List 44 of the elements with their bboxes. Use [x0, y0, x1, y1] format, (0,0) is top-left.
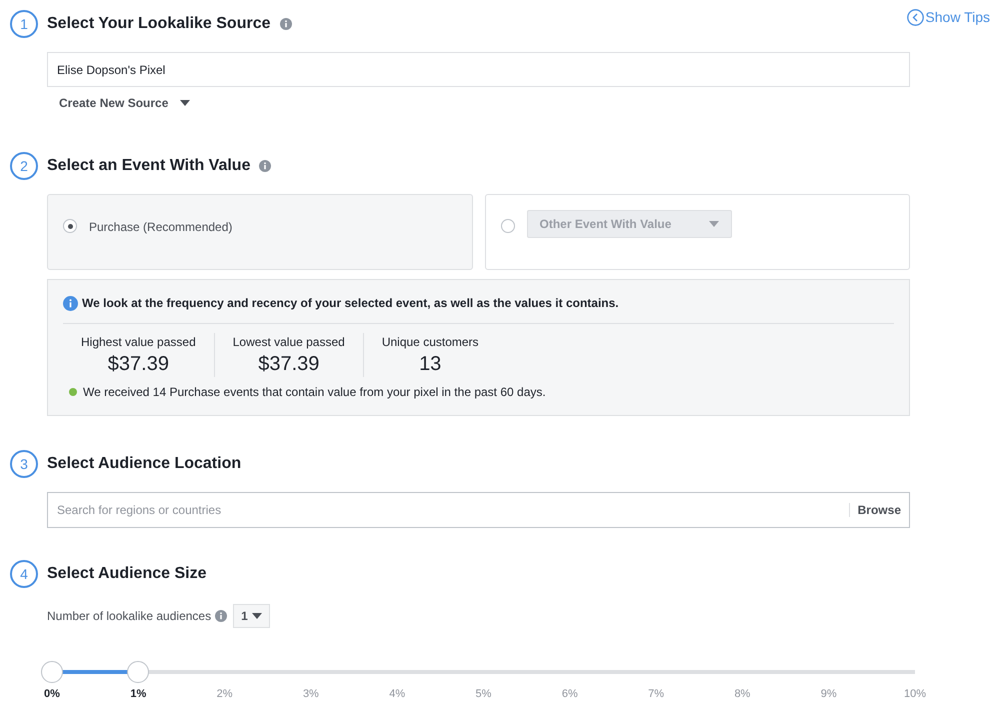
browse-button[interactable]: Browse: [850, 501, 909, 519]
step-number: 2: [10, 152, 38, 180]
option-label: Purchase (Recommended): [89, 219, 232, 236]
stat-value: $37.39: [108, 352, 169, 377]
section-title: Select Audience Location: [47, 454, 242, 474]
event-option-card[interactable]: Purchase (Recommended): [47, 194, 472, 270]
tick-label: 8%: [734, 687, 750, 702]
tick-label: 3%: [302, 687, 319, 702]
slider-thumb[interactable]: [127, 661, 150, 683]
status-text: We received 14 Purchase events that contain value from your pixel in the past 60 days.: [83, 384, 546, 401]
info-icon: [63, 296, 78, 310]
section-title: Select Audience Size: [47, 564, 206, 584]
tick-label: 2%: [216, 687, 233, 702]
source-field[interactable]: Elise Dopson's Pixel: [47, 52, 910, 87]
stat-label: Unique customers: [382, 334, 479, 351]
create-source-dropdown[interactable]: Create New Source: [59, 94, 190, 112]
section-title: Select Your Lookalike Source: [47, 14, 270, 34]
caret-icon: [180, 100, 190, 106]
count-dropdown[interactable]: 1: [233, 604, 270, 628]
step-number: 3: [10, 450, 38, 478]
slider-thumb[interactable]: [41, 661, 63, 683]
chevron-circle-icon: [907, 9, 924, 26]
stat-value: 13: [419, 352, 442, 377]
stat-value: $37.39: [258, 352, 320, 377]
tick-label: 5%: [476, 687, 492, 702]
step-number: 1: [10, 10, 38, 38]
tick-label: 9%: [820, 687, 837, 702]
stat-label: Lowest value passed: [232, 334, 345, 351]
tick-label: 10%: [904, 687, 926, 702]
step-number: 4: [10, 560, 38, 588]
stat-label: Highest value passed: [81, 334, 196, 351]
tick-label: 7%: [648, 687, 664, 702]
count-label: Number of lookalike audiences: [47, 608, 212, 625]
location-search-field[interactable]: Search for regions or countries Browse: [47, 492, 910, 528]
notice-text: We look at the frequency and recency of your selected event, as well as the values it contains.: [82, 295, 619, 312]
tick-label: 4%: [389, 687, 406, 702]
tick-label: 1%: [130, 687, 146, 702]
section-title: Select an Event With Value: [47, 156, 250, 176]
caret-icon: [708, 221, 718, 227]
radio-button[interactable]: [63, 219, 77, 233]
tick-label: 0%: [44, 687, 60, 702]
caret-icon: [252, 613, 262, 619]
tick-label: 6%: [562, 687, 578, 702]
info-icon: [215, 610, 228, 622]
